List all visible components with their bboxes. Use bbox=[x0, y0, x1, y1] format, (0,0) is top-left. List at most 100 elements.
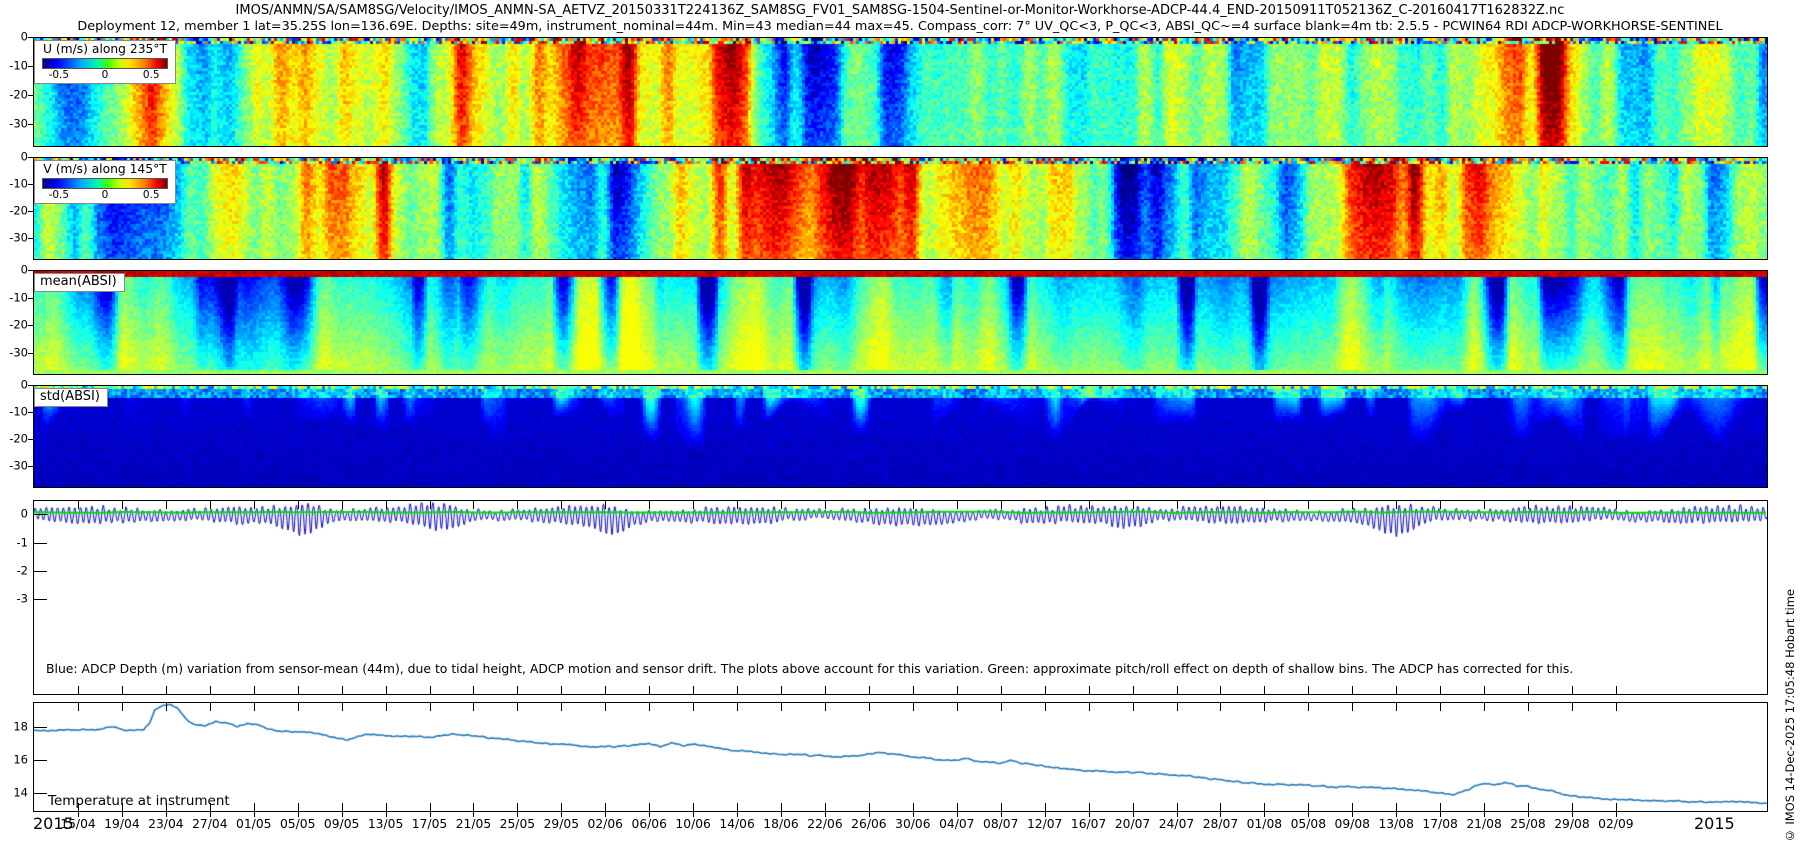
x-tick-label: 20/07 bbox=[1115, 817, 1150, 831]
x-tick-label: 12/07 bbox=[1027, 817, 1062, 831]
x-tick-mark bbox=[78, 686, 79, 694]
x-tick-mark bbox=[693, 686, 694, 694]
x-tick-mark bbox=[957, 686, 958, 694]
x-tick-mark bbox=[1264, 686, 1265, 694]
x-tick-mark bbox=[825, 803, 826, 811]
std-absi-label: std(ABSI) bbox=[34, 388, 108, 407]
x-tick-mark bbox=[1001, 501, 1002, 509]
x-tick-label: 09/05 bbox=[324, 817, 359, 831]
x-tick-mark bbox=[605, 686, 606, 694]
x-tick-mark bbox=[869, 803, 870, 811]
x-tick-mark bbox=[430, 703, 431, 711]
y-tick-mark bbox=[28, 238, 33, 239]
x-tick-mark bbox=[1045, 686, 1046, 694]
figure-title: IMOS/ANMN/SA/SAM8SG/Velocity/IMOS_ANMN-S… bbox=[0, 3, 1800, 18]
x-tick-label: 14/06 bbox=[719, 817, 754, 831]
x-tick-mark bbox=[1045, 703, 1046, 711]
y-tick-mark bbox=[28, 157, 33, 158]
x-tick-label: 10/06 bbox=[675, 817, 710, 831]
x-tick-mark bbox=[1133, 803, 1134, 811]
x-tick-label: 16/07 bbox=[1071, 817, 1106, 831]
x-tick-label: 18/06 bbox=[763, 817, 798, 831]
x-axis-year-right: 2015 bbox=[1694, 814, 1735, 833]
x-tick-mark bbox=[342, 803, 343, 811]
v-colorbar bbox=[42, 178, 168, 189]
x-tick-mark bbox=[1089, 803, 1090, 811]
x-tick-mark bbox=[649, 501, 650, 509]
y-tick-label: -30 bbox=[0, 232, 28, 244]
x-tick-mark bbox=[605, 803, 606, 811]
panel-depth-variation: Blue: ADCP Depth (m) variation from sens… bbox=[33, 500, 1768, 695]
y-tick-mark bbox=[28, 211, 33, 212]
x-tick-mark bbox=[1396, 501, 1397, 509]
x-tick-label: 30/06 bbox=[895, 817, 930, 831]
panel-temperature: Temperature at instrument bbox=[33, 702, 1768, 812]
x-tick-mark bbox=[473, 803, 474, 811]
x-tick-mark bbox=[1177, 686, 1178, 694]
x-tick-mark bbox=[1045, 803, 1046, 811]
y-tick-label: -30 bbox=[0, 118, 28, 130]
x-tick-mark bbox=[781, 803, 782, 811]
u-velocity-heatmap bbox=[34, 38, 1767, 146]
x-tick-mark bbox=[166, 686, 167, 694]
y-tick-label: -10 bbox=[0, 178, 28, 190]
x-tick-mark bbox=[869, 703, 870, 711]
x-tick-mark bbox=[298, 686, 299, 694]
x-tick-mark bbox=[737, 703, 738, 711]
x-tick-mark bbox=[298, 501, 299, 509]
temperature-label: Temperature at instrument bbox=[48, 793, 230, 809]
u-colorbar bbox=[42, 58, 168, 69]
x-tick-mark bbox=[1396, 703, 1397, 711]
x-tick-label: 22/06 bbox=[807, 817, 842, 831]
x-tick-mark bbox=[825, 501, 826, 509]
x-tick-label: 24/07 bbox=[1159, 817, 1194, 831]
y-tick-mark bbox=[28, 124, 33, 125]
y-tick-label: -20 bbox=[0, 433, 28, 445]
x-tick-label: 28/07 bbox=[1203, 817, 1238, 831]
x-tick-mark bbox=[1133, 686, 1134, 694]
x-tick-mark bbox=[1177, 703, 1178, 711]
y-tick-mark bbox=[28, 95, 33, 96]
y-tick-label: -10 bbox=[0, 60, 28, 72]
x-tick-mark bbox=[122, 703, 123, 711]
x-tick-label: 17/05 bbox=[412, 817, 447, 831]
x-tick-mark bbox=[166, 703, 167, 711]
x-tick-mark bbox=[913, 703, 914, 711]
y-tick-mark bbox=[28, 439, 33, 440]
y-tick-label: -20 bbox=[0, 89, 28, 101]
x-tick-mark bbox=[517, 803, 518, 811]
x-tick-mark bbox=[1352, 501, 1353, 509]
y-tick-mark bbox=[28, 270, 33, 271]
x-tick-mark bbox=[1528, 703, 1529, 711]
v-velocity-heatmap bbox=[34, 158, 1767, 259]
x-tick-mark bbox=[1440, 686, 1441, 694]
y-tick-label: -20 bbox=[0, 205, 28, 217]
x-tick-mark bbox=[166, 501, 167, 509]
x-tick-mark bbox=[869, 501, 870, 509]
x-tick-label: 29/05 bbox=[544, 817, 579, 831]
y-tick-mark bbox=[28, 466, 33, 467]
x-tick-mark bbox=[1528, 803, 1529, 811]
y-tick-mark bbox=[28, 412, 33, 413]
std-absi-heatmap bbox=[34, 386, 1767, 487]
x-tick-mark bbox=[1352, 703, 1353, 711]
x-tick-mark bbox=[1528, 501, 1529, 509]
u-legend-title: U (m/s) along 235°T bbox=[35, 42, 175, 56]
x-tick-mark bbox=[737, 686, 738, 694]
u-cbar-tick-pos: 0.5 bbox=[143, 69, 160, 81]
x-tick-mark bbox=[473, 686, 474, 694]
x-tick-mark bbox=[1264, 803, 1265, 811]
x-tick-mark bbox=[430, 803, 431, 811]
x-tick-mark bbox=[605, 501, 606, 509]
x-tick-mark bbox=[473, 703, 474, 711]
depth-variation-annotation: Blue: ADCP Depth (m) variation from sens… bbox=[46, 661, 1573, 676]
x-tick-mark bbox=[869, 686, 870, 694]
x-tick-mark bbox=[254, 686, 255, 694]
x-tick-mark bbox=[1396, 803, 1397, 811]
v-cbar-tick-pos: 0.5 bbox=[143, 189, 160, 201]
x-tick-mark bbox=[78, 703, 79, 711]
x-tick-mark bbox=[386, 686, 387, 694]
x-tick-mark bbox=[605, 703, 606, 711]
y-tick-label: 14 bbox=[0, 787, 28, 799]
y-tick-label: -20 bbox=[0, 319, 28, 331]
